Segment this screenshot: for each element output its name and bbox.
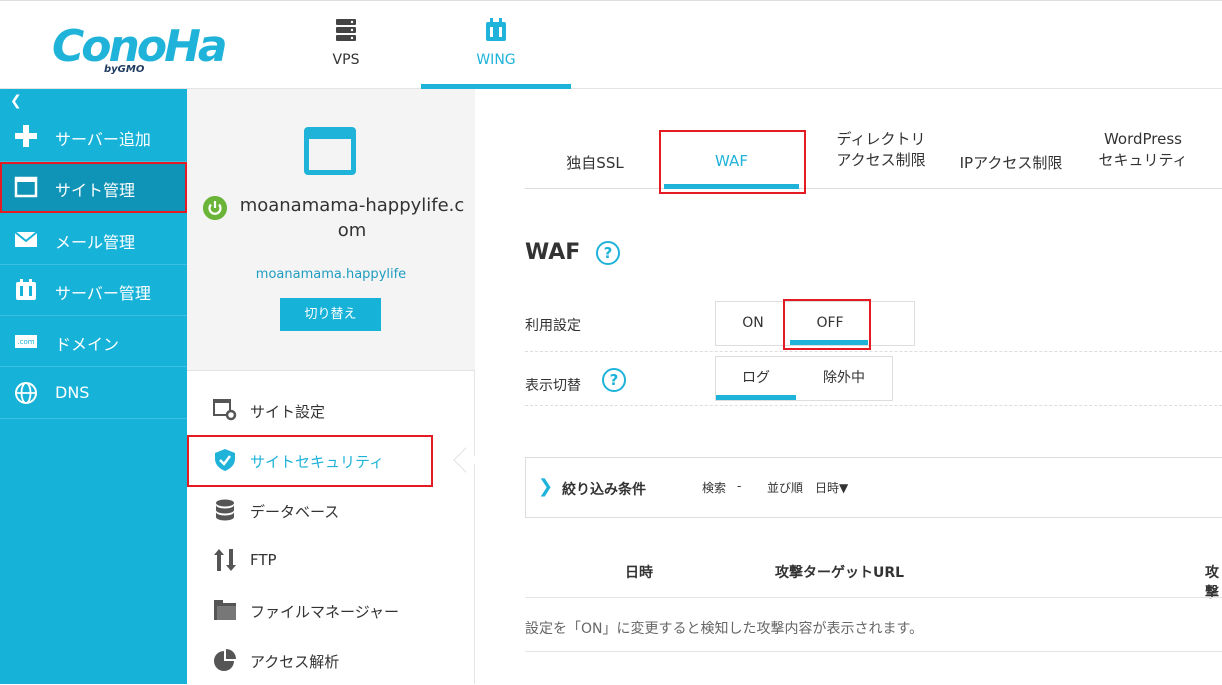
site-security-highlight — [187, 435, 433, 487]
view-switch-label: 表示切替 — [525, 378, 581, 394]
menu-database[interactable]: データベース — [187, 485, 475, 535]
tab-ip-access[interactable]: IPアクセス制限 — [951, 152, 1071, 222]
off-highlight — [783, 299, 871, 350]
main-content: 独自SSL WAF ディレクトリ アクセス制限 IPアクセス制限 WordPre… — [476, 89, 1222, 684]
excluded-button[interactable]: 除外中 — [796, 357, 892, 402]
page-title: WAF — [525, 240, 581, 265]
table-divider — [525, 651, 1222, 652]
site-panel: moanamama-happylife.com moanamama.happyl… — [187, 89, 475, 684]
sidebar: ❮ サーバー追加 サイト管理 メール管理 サーバー管理 .com ドメイン DN… — [0, 89, 187, 684]
sidebar-item-label: ドメイン — [55, 335, 120, 354]
sidebar-item-mail-management[interactable]: メール管理 — [0, 214, 187, 265]
usage-setting-label: 利用設定 — [525, 318, 581, 334]
tab-vps[interactable]: VPS — [271, 4, 421, 89]
filter-panel[interactable]: ❯ 絞り込み条件 検索 - 並び順 日時▼ — [525, 457, 1222, 518]
sidebar-item-add-server[interactable]: サーバー追加 — [0, 111, 187, 162]
tab-directory-access[interactable]: ディレクトリ アクセス制限 — [821, 129, 941, 199]
site-summary: moanamama-happylife.com moanamama.happyl… — [187, 89, 475, 371]
collapse-sidebar-icon[interactable]: ❮ — [10, 93, 22, 109]
sort-label: 並び順 — [767, 481, 804, 495]
tab-waf[interactable]: WAF — [659, 119, 806, 194]
sidebar-item-label: DNS — [55, 383, 90, 402]
sidebar-item-site-management[interactable]: サイト管理 — [0, 162, 187, 213]
chevron-right-icon: ❯ — [538, 476, 554, 497]
help-icon[interactable]: ? — [596, 241, 620, 265]
search-label: 検索 — [702, 481, 727, 495]
menu-file-manager[interactable]: ファイルマネージャー — [187, 585, 475, 635]
sidebar-item-label: サイト管理 — [55, 181, 136, 200]
plus-icon — [15, 125, 37, 147]
sidebar-item-domain[interactable]: .com ドメイン — [0, 316, 187, 367]
sidebar-item-dns[interactable]: DNS — [0, 368, 187, 419]
database-icon — [216, 499, 234, 521]
sidebar-item-label: サーバー追加 — [55, 130, 151, 149]
menu-site-settings[interactable]: サイト設定 — [187, 385, 475, 435]
tab-wing[interactable]: WING — [421, 4, 571, 89]
ftp-arrows-icon — [214, 549, 236, 571]
on-button[interactable]: ON — [716, 302, 790, 347]
wing-icon — [486, 18, 506, 41]
global-header: ConoHa byGMO VPS WING — [0, 4, 1222, 89]
site-window-icon — [304, 127, 356, 175]
tab-ssl[interactable]: 独自SSL — [555, 152, 635, 189]
menu-access-analysis[interactable]: アクセス解析 — [187, 635, 475, 685]
power-icon[interactable] — [203, 196, 227, 220]
column-header-attack: 攻撃 — [1205, 565, 1219, 601]
site-settings-icon — [213, 399, 237, 421]
divider — [525, 351, 1222, 352]
pie-chart-icon — [214, 649, 236, 671]
empty-table-message: 設定を「ON」に変更すると検知した攻撃内容が表示されます。 — [525, 621, 924, 637]
conoha-logo[interactable]: ConoHa byGMO — [52, 20, 228, 80]
menu-ftp[interactable]: FTP — [187, 535, 475, 585]
log-active-bar — [716, 395, 796, 400]
divider — [525, 405, 1222, 406]
help-icon[interactable]: ? — [602, 368, 626, 392]
tab-wordpress-security[interactable]: WordPress セキュリティ — [1093, 129, 1193, 199]
search-value: - — [737, 479, 742, 493]
column-header-datetime: 日時 — [625, 565, 653, 581]
column-header-target-url: 攻撃ターゲットURL — [775, 565, 905, 581]
site-account-name: moanamama.happylife — [255, 267, 407, 282]
folder-icon — [214, 600, 236, 620]
site-domain-name: moanamama-happylife.com — [239, 195, 465, 241]
mail-icon — [14, 231, 38, 247]
sort-value: 日時▼ — [815, 481, 849, 495]
tab-wing-label: WING — [476, 52, 516, 68]
filter-title: 絞り込み条件 — [562, 482, 646, 498]
security-tabs: 独自SSL WAF ディレクトリ アクセス制限 IPアクセス制限 WordPre… — [525, 119, 1222, 194]
window-icon — [14, 176, 38, 198]
menu-site-security[interactable]: サイトセキュリティ — [187, 435, 475, 487]
server-manage-icon — [16, 279, 36, 300]
tab-waf-highlight — [659, 130, 806, 194]
svg-text:.com: .com — [17, 338, 34, 346]
sidebar-item-label: サーバー管理 — [55, 284, 151, 303]
switch-site-button[interactable]: 切り替え — [280, 298, 381, 331]
domain-icon: .com — [15, 335, 37, 348]
sidebar-item-label: メール管理 — [55, 233, 136, 252]
globe-icon — [15, 382, 37, 404]
server-icon — [336, 19, 356, 41]
sidebar-item-server-management[interactable]: サーバー管理 — [0, 265, 187, 316]
view-toggle: ログ 除外中 — [715, 356, 893, 401]
tab-vps-label: VPS — [332, 52, 360, 68]
table-divider — [525, 597, 1222, 598]
